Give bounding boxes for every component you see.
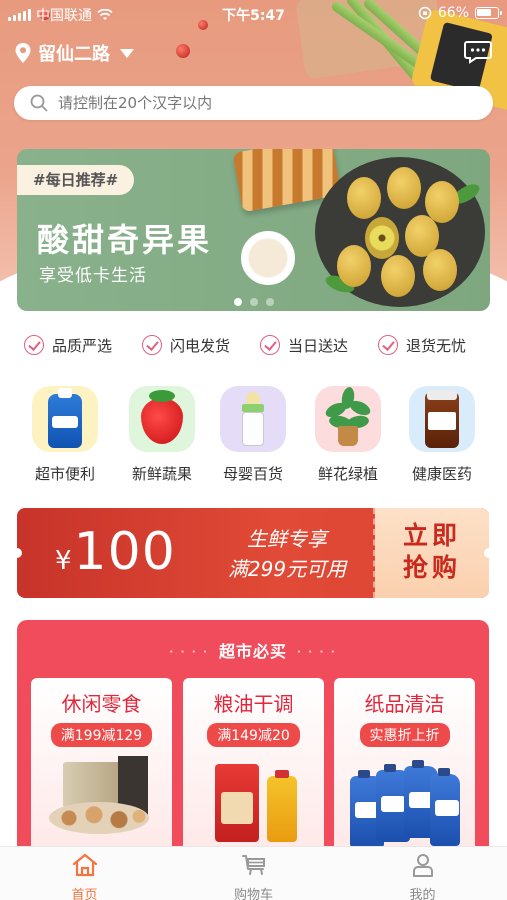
coupon-line1: 生鲜专享 bbox=[247, 527, 327, 551]
feature-label: 闪电发货 bbox=[170, 336, 231, 355]
message-icon[interactable] bbox=[464, 40, 492, 64]
coupon-description: 生鲜专享 满299元可用 bbox=[197, 524, 377, 584]
check-circle-icon bbox=[24, 335, 44, 355]
category-label: 超市便利 bbox=[34, 465, 95, 483]
category-tile bbox=[409, 386, 475, 452]
coupon-card[interactable]: ¥ 100 生鲜专享 满299元可用 立即 抢购 bbox=[17, 508, 489, 598]
tab-profile[interactable]: 我的 bbox=[338, 847, 507, 900]
check-circle-icon bbox=[378, 335, 398, 355]
location-pin-icon bbox=[15, 43, 31, 63]
banner-tag: #每日推荐# bbox=[17, 165, 135, 195]
search-icon bbox=[30, 94, 48, 112]
category-label: 健康医药 bbox=[411, 465, 472, 483]
detergent-bottles-image bbox=[346, 760, 463, 848]
banner-subtitle: 享受低卡生活 bbox=[39, 266, 147, 286]
discount-badge: 实惠折上折 bbox=[359, 723, 450, 747]
check-circle-icon bbox=[260, 335, 280, 355]
feature-label: 退货无忧 bbox=[406, 336, 467, 355]
category-baby[interactable]: 母婴百货 bbox=[206, 386, 300, 484]
category-tile bbox=[129, 386, 195, 452]
chevron-down-icon bbox=[120, 48, 134, 58]
promo-banner[interactable]: #每日推荐# 酸甜奇异果 享受低卡生活 bbox=[17, 149, 490, 311]
cart-icon bbox=[241, 855, 265, 875]
feature-item: 品质严选 bbox=[24, 333, 142, 357]
button-line2: 抢购 bbox=[402, 553, 461, 582]
market-title: 超市必买 bbox=[17, 638, 489, 662]
category-tile bbox=[315, 386, 381, 452]
feature-label: 当日送达 bbox=[288, 336, 349, 355]
carousel-dot[interactable] bbox=[233, 298, 242, 306]
status-bar: 中国联通 下午5:47 66% bbox=[0, 0, 507, 28]
discount-badge: 满199减129 bbox=[50, 723, 153, 747]
feature-item: 退货无忧 bbox=[378, 333, 496, 357]
location-selector[interactable]: 留仙二路 bbox=[14, 40, 134, 66]
snack-box-image bbox=[43, 756, 160, 842]
battery-percent: 66% bbox=[437, 5, 469, 21]
market-card-snacks[interactable]: 休闲零食 满199减129 bbox=[31, 678, 172, 860]
card-title: 粮油干调 bbox=[213, 692, 294, 716]
check-circle-icon bbox=[142, 335, 162, 355]
market-section: 超市必买 休闲零食 满199减129 粮油干调 满149减20 纸品清洁 实惠折… bbox=[17, 620, 489, 860]
category-health[interactable]: 健康医药 bbox=[395, 386, 489, 484]
grab-coupon-button[interactable]: 立即 抢购 bbox=[375, 508, 489, 598]
oatmeal-cup-image bbox=[241, 231, 295, 285]
banner-title: 酸甜奇异果 bbox=[37, 221, 213, 259]
location-name: 留仙二路 bbox=[38, 44, 110, 65]
vitamin-bottle-icon bbox=[425, 390, 459, 448]
service-features: 品质严选 闪电发货 当日送达 退货无忧 bbox=[0, 333, 507, 357]
tab-label: 我的 bbox=[409, 888, 436, 900]
coupon-amount: ¥ 100 bbox=[55, 522, 176, 582]
strawberry-icon bbox=[141, 390, 183, 444]
carousel-dot[interactable] bbox=[249, 298, 258, 306]
rice-oil-image bbox=[195, 762, 312, 842]
coupon-currency: ¥ bbox=[55, 546, 72, 576]
discount-badge: 满149减20 bbox=[207, 723, 300, 747]
feature-item: 当日送达 bbox=[260, 333, 378, 357]
detergent-icon bbox=[48, 388, 82, 448]
category-fruits[interactable]: 新鲜蔬果 bbox=[115, 386, 209, 484]
card-title: 纸品清洁 bbox=[364, 692, 445, 716]
carousel-dot[interactable] bbox=[265, 298, 274, 306]
category-label: 新鲜蔬果 bbox=[131, 465, 192, 483]
feature-item: 闪电发货 bbox=[142, 333, 260, 357]
battery-icon bbox=[475, 7, 502, 19]
tab-cart[interactable]: 购物车 bbox=[169, 847, 338, 900]
tab-label: 购物车 bbox=[233, 888, 273, 900]
market-card-cleaning[interactable]: 纸品清洁 实惠折上折 bbox=[334, 678, 475, 860]
status-right: 66% bbox=[418, 5, 502, 21]
user-icon bbox=[412, 854, 433, 877]
coupon-line2: 满299元可用 bbox=[227, 557, 347, 581]
card-title: 休闲零食 bbox=[61, 692, 142, 716]
category-label: 鲜花绿植 bbox=[317, 465, 378, 483]
baby-bottle-icon bbox=[240, 392, 266, 448]
carousel-dots[interactable] bbox=[17, 298, 490, 306]
plant-icon bbox=[323, 386, 373, 448]
feature-label: 品质严选 bbox=[52, 336, 113, 355]
tab-label: 首页 bbox=[71, 888, 98, 900]
orientation-lock-icon bbox=[418, 6, 432, 20]
coupon-notch bbox=[484, 548, 489, 558]
category-supermarket[interactable]: 超市便利 bbox=[18, 386, 112, 484]
search-bar[interactable] bbox=[14, 86, 493, 120]
search-input[interactable] bbox=[58, 94, 458, 112]
tab-home[interactable]: 首页 bbox=[0, 847, 169, 900]
berry-decoration bbox=[176, 44, 190, 58]
home-icon bbox=[72, 853, 97, 877]
category-tile bbox=[220, 386, 286, 452]
category-tile bbox=[32, 386, 98, 452]
coupon-notch bbox=[17, 548, 22, 558]
button-line1: 立即 bbox=[402, 521, 461, 550]
tab-bar: 首页 购物车 我的 bbox=[0, 846, 507, 900]
kiwi-plate-image bbox=[315, 157, 485, 307]
category-plants[interactable]: 鲜花绿植 bbox=[301, 386, 395, 484]
market-card-grain-oil[interactable]: 粮油干调 满149减20 bbox=[183, 678, 324, 860]
category-label: 母婴百货 bbox=[222, 465, 283, 483]
coupon-value: 100 bbox=[73, 522, 176, 582]
